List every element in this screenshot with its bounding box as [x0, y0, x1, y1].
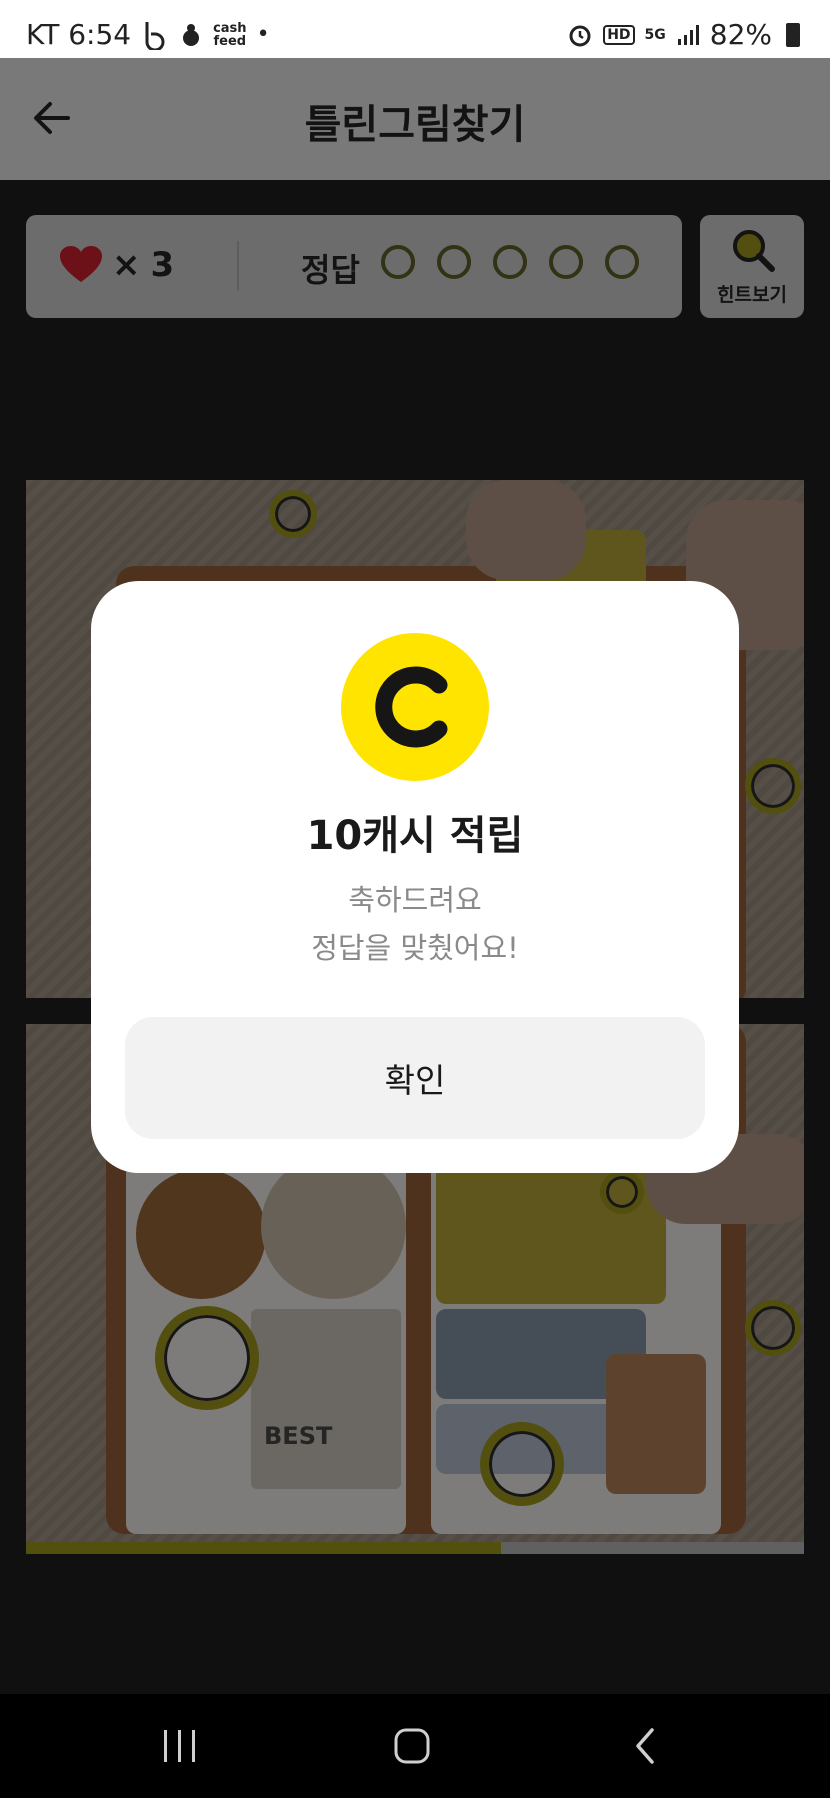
- cashfeed-icon: cash feed: [213, 22, 246, 48]
- system-nav-bar: [0, 1694, 830, 1798]
- 5g-icon: 5G: [644, 26, 666, 43]
- signal-icon: [677, 24, 699, 45]
- hd-icon: HD: [603, 24, 635, 45]
- cash-coin-icon: [341, 633, 489, 781]
- status-bar: KT 6:54 cash feed • HD 5G 82%: [0, 0, 830, 58]
- notification-dot: •: [256, 22, 270, 47]
- recent-apps-icon[interactable]: [160, 1728, 200, 1764]
- carrier-time: KT 6:54: [26, 18, 132, 51]
- coin-c-icon: [375, 666, 448, 748]
- modal-title: 10캐시 적립: [306, 813, 524, 859]
- battery-icon: [786, 22, 800, 47]
- cashfeed-bottom: feed: [213, 33, 247, 49]
- battery-percent: 82%: [709, 18, 772, 51]
- status-left: KT 6:54 cash feed •: [26, 18, 270, 51]
- back-nav-icon[interactable]: [630, 1726, 660, 1766]
- reward-modal: 10캐시 적립 축하드려요 정답을 맞췄어요! 확인: [91, 581, 739, 1173]
- b-app-icon: [145, 21, 165, 50]
- home-icon[interactable]: [392, 1726, 432, 1766]
- pig-app-icon: [183, 23, 200, 46]
- status-right: HD 5G 82%: [567, 18, 800, 51]
- modal-message-line2: 정답을 맞췄어요!: [311, 931, 519, 965]
- modal-message-line1: 축하드려요: [348, 883, 482, 917]
- confirm-button[interactable]: 확인: [125, 1017, 705, 1139]
- alarm-icon: [569, 25, 591, 46]
